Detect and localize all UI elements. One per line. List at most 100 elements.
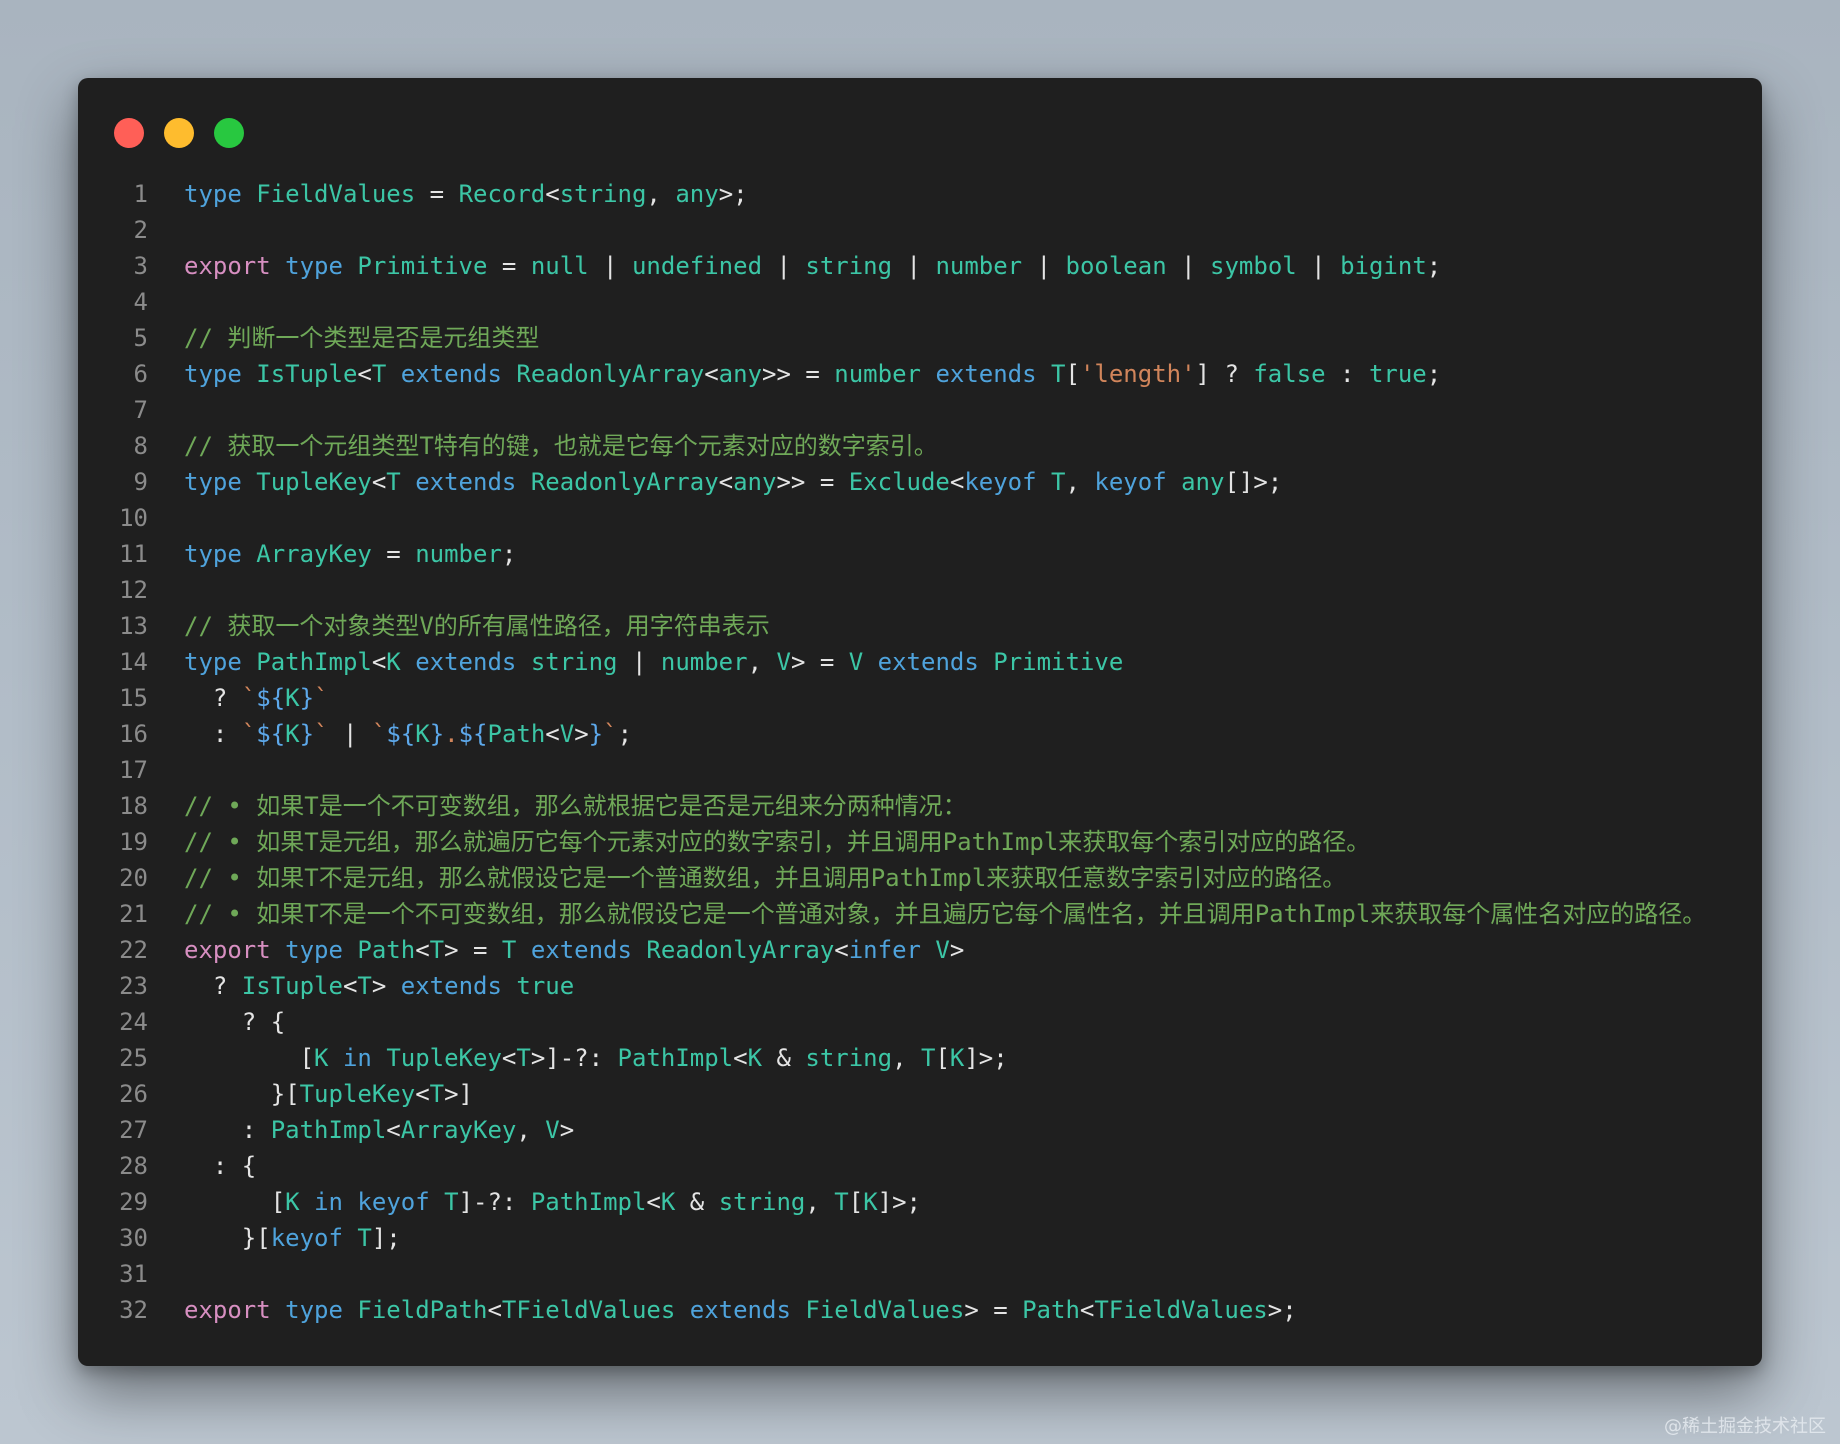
code-token: ${: [386, 720, 416, 748]
code-token: symbol: [1210, 252, 1297, 280]
line-source: ? IsTuple<T> extends true: [184, 968, 574, 1004]
code-token: type: [184, 468, 242, 496]
line-source: type IsTuple<T extends ReadonlyArray<any…: [184, 356, 1441, 392]
code-token: ,: [805, 1188, 835, 1216]
code-token: type: [285, 1296, 343, 1324]
code-token: [: [184, 1044, 315, 1072]
close-button[interactable]: [114, 118, 144, 148]
line-source: type TupleKey<T extends ReadonlyArray<an…: [184, 464, 1282, 500]
code-token: ,: [1065, 468, 1095, 496]
code-token: extends: [400, 972, 502, 1000]
code-token: keyof: [357, 1188, 430, 1216]
code-token: Primitive: [993, 648, 1124, 676]
code-token: V: [559, 720, 575, 748]
line-number: 1: [133, 180, 148, 208]
code-token: in: [314, 1188, 343, 1216]
code-token: =: [371, 540, 416, 568]
code-token: >;: [1267, 1296, 1297, 1324]
line-source: }[keyof T];: [184, 1220, 401, 1256]
code-token: T: [834, 1188, 849, 1216]
code-line: 12: [78, 572, 1762, 608]
code-token: T: [357, 972, 372, 1000]
code-token: TupleKey: [386, 1044, 502, 1072]
code-token: Path: [1022, 1296, 1080, 1324]
code-token: extends: [935, 360, 1037, 388]
code-token: <: [834, 936, 849, 964]
code-token: }[: [184, 1080, 300, 1108]
code-token: type: [285, 936, 343, 964]
code-line: 18 // • 如果T是一个不可变数组，那么就根据它是否是元组来分两种情况：: [78, 788, 1762, 824]
code-token: PathImpl: [617, 1044, 734, 1072]
watermark: @稀土掘金技术社区: [1664, 1416, 1826, 1437]
code-token: string: [805, 252, 893, 280]
code-line: 16 : `${K}` | `${K}.${Path<V>}`;: [78, 716, 1762, 752]
code-token: true: [516, 972, 575, 1000]
code-token: PathImpl: [256, 648, 372, 676]
code-token: keyof: [1094, 468, 1167, 496]
code-token: |: [892, 252, 936, 280]
line-number: 14: [119, 648, 148, 676]
code-token: FieldPath: [357, 1296, 488, 1324]
code-token: keyof: [964, 468, 1037, 496]
code-token: `: [371, 720, 387, 748]
line-source: [K in keyof T]-?: PathImpl<K & string, T…: [184, 1184, 921, 1220]
code-token: <: [371, 468, 387, 496]
zoom-button[interactable]: [214, 118, 244, 148]
code-token: type: [184, 360, 242, 388]
code-token: <: [733, 1044, 748, 1072]
code-token: extends: [415, 648, 517, 676]
code-token: ReadonlyArray: [516, 360, 705, 388]
code-token: T: [429, 936, 445, 964]
code-token: ,: [646, 180, 676, 208]
line-number: 16: [119, 720, 148, 748]
code-line: 21 // • 如果T不是一个不可变数组，那么就假设它是一个普通对象，并且遍历它每…: [78, 896, 1762, 932]
code-token: extends: [400, 360, 502, 388]
line-number: 24: [119, 1008, 148, 1036]
code-token: type: [184, 540, 242, 568]
code-token: bigint: [1340, 252, 1427, 280]
code-token: :: [184, 720, 242, 748]
code-comment: // • 如果T是一个不可变数组，那么就根据它是否是元组来分两种情况：: [184, 792, 967, 820]
code-token: |: [328, 720, 372, 748]
code-token: V: [848, 648, 864, 676]
code-token: > =: [964, 1296, 1023, 1324]
code-comment: // 判断一个类型是否是元组类型: [184, 324, 540, 352]
line-number: 27: [119, 1116, 148, 1144]
code-line: 2: [78, 212, 1762, 248]
code-token: <: [342, 972, 358, 1000]
code-token: boolean: [1065, 252, 1167, 280]
code-comment: // • 如果T不是元组，那么就假设它是一个普通数组，并且调用PathImpl来…: [184, 864, 1347, 892]
code-token: <: [415, 936, 430, 964]
code-line: 19 // • 如果T是元组，那么就遍历它每个元素对应的数字索引，并且调用Path…: [78, 824, 1762, 860]
code-line: 30 }[keyof T];: [78, 1220, 1762, 1256]
code-window: 1 type FieldValues = Record<string, any>;…: [78, 78, 1762, 1366]
line-number: 2: [133, 216, 148, 244]
code-line: 29 [K in keyof T]-?: PathImpl<K & string…: [78, 1184, 1762, 1220]
line-number: 20: [119, 864, 148, 892]
code-token: `: [241, 720, 257, 748]
code-comment: // 获取一个对象类型V的所有属性路径，用字符串表示: [184, 612, 770, 640]
code-line: 22 export type Path<T> = T extends Readon…: [78, 932, 1762, 968]
code-line: 26 }[TupleKey<T>]: [78, 1076, 1762, 1112]
line-number: 5: [133, 324, 148, 352]
code-token: }: [588, 720, 604, 748]
code-token: >]: [444, 1080, 473, 1108]
line-number: 25: [119, 1044, 148, 1072]
code-token: ? {: [184, 1008, 286, 1036]
code-editor[interactable]: 1 type FieldValues = Record<string, any>;…: [78, 176, 1762, 1328]
code-line: 15 ? `${K}`: [78, 680, 1762, 716]
minimize-button[interactable]: [164, 118, 194, 148]
code-token: string: [805, 1044, 893, 1072]
